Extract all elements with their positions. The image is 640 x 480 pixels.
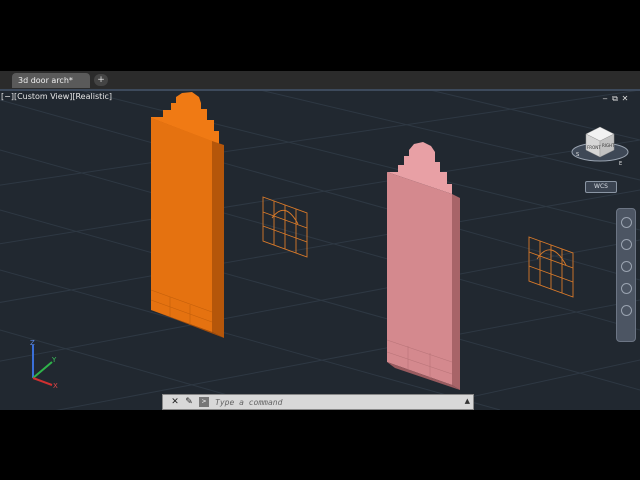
document-tab[interactable]: 3d door arch* [12, 73, 90, 88]
document-tab-bar: 3d door arch* + [0, 71, 640, 91]
pink-window[interactable] [528, 236, 574, 298]
zoom-icon[interactable] [621, 261, 632, 272]
viewcube-right-label: RIGHT [602, 143, 615, 148]
wcs-menu[interactable]: WCS [585, 181, 617, 193]
wrench-icon[interactable]: ✎ [183, 396, 195, 408]
viewcube[interactable]: FRONT RIGHT S E [571, 126, 629, 167]
restore-icon[interactable]: ⧉ [610, 94, 620, 104]
letterbox-top [0, 0, 640, 71]
close-icon[interactable]: ✕ [620, 94, 630, 103]
navigation-bar[interactable] [616, 208, 636, 342]
viewport-controls-label[interactable]: [−][Custom View][Realistic] [1, 92, 112, 101]
close-icon[interactable]: ✕ [169, 396, 181, 408]
showmotion-icon[interactable] [621, 305, 632, 316]
pink-door[interactable] [386, 142, 460, 390]
ucs-x-label: X [53, 382, 58, 390]
viewport-window-controls: ‒ ⧉ ✕ [600, 94, 630, 104]
orange-door[interactable] [150, 92, 224, 338]
command-history-arrow-icon[interactable]: ▲ [465, 397, 470, 405]
letterbox-bottom [0, 410, 640, 480]
ucs-z-label: Z [30, 339, 35, 347]
ucs-icon: Z Y X [30, 339, 58, 390]
viewcube-front-label: FRONT [587, 145, 601, 150]
ucs-y-label: Y [51, 356, 57, 364]
orbit-icon[interactable] [621, 283, 632, 294]
new-tab-button[interactable]: + [94, 74, 108, 86]
ground-grid [0, 91, 640, 410]
command-line: ✕ ✎ > ▲ [162, 394, 474, 410]
3d-scene: FRONT RIGHT S E Z Y X [0, 91, 640, 410]
prompt-icon[interactable]: > [199, 397, 209, 407]
pan-icon[interactable] [621, 239, 632, 250]
command-input[interactable] [215, 395, 455, 409]
compass-e-label: E [619, 161, 622, 167]
compass-s-label: S [576, 152, 579, 158]
drawing-viewport[interactable]: FRONT RIGHT S E Z Y X [−][Custom View][R… [0, 91, 640, 410]
steering-wheel-icon[interactable] [621, 217, 632, 228]
orange-window[interactable] [262, 196, 308, 258]
minimize-icon[interactable]: ‒ [600, 94, 610, 103]
